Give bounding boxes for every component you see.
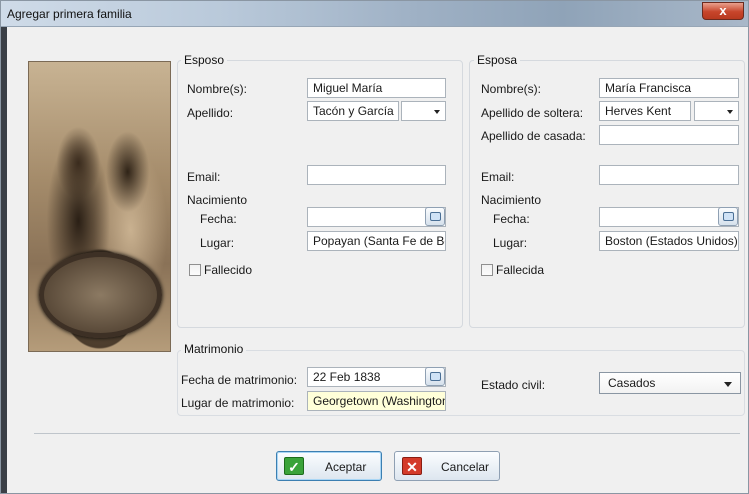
chevron-down-icon	[727, 110, 733, 114]
esposa-email-field[interactable]	[599, 165, 739, 185]
esposo-fallecido-checkbox[interactable]	[189, 264, 201, 276]
estado-civil-value: Casados	[608, 376, 656, 390]
left-edge-bar	[1, 27, 7, 493]
matrimonio-fecha-calendar-button[interactable]	[425, 367, 445, 386]
esposo-apellido-field[interactable]: Tacón y García	[307, 101, 399, 121]
esposa-apellido-casada-field[interactable]	[599, 125, 739, 145]
esposa-lugar-label: Lugar:	[493, 236, 528, 250]
dialog-window: Agregar primera familia x Esposo Nombre(…	[0, 0, 749, 494]
esposa-nombre-field[interactable]: María Francisca	[599, 78, 739, 98]
esposo-email-label: Email:	[187, 170, 221, 184]
group-photo-oval	[39, 252, 162, 338]
divider	[34, 433, 740, 434]
cancelar-label: Cancelar	[441, 460, 490, 474]
esposa-fallecida-checkbox[interactable]	[481, 264, 493, 276]
esposa-apellido-casada-label: Apellido de casada:	[481, 129, 586, 143]
calendar-icon	[723, 212, 734, 221]
esposo-email-field[interactable]	[307, 165, 446, 185]
esposa-email-label: Email:	[481, 170, 515, 184]
esposo-legend: Esposo	[181, 53, 228, 67]
calendar-icon	[430, 372, 441, 381]
esposa-legend: Esposa	[474, 53, 521, 67]
esposo-nacimiento-label: Nacimiento	[187, 193, 248, 207]
estado-civil-label: Estado civil:	[481, 378, 546, 392]
esposo-fecha-label: Fecha:	[200, 212, 237, 226]
esposa-apellido-dropdown[interactable]	[694, 101, 739, 121]
title-bar: Agregar primera familia x	[1, 1, 748, 27]
esposo-fallecido-label: Fallecido	[204, 263, 253, 277]
aceptar-button[interactable]: ✓ Aceptar	[276, 451, 382, 481]
matrimonio-lugar-label: Lugar de matrimonio:	[181, 396, 295, 410]
estado-civil-select[interactable]: Casados	[599, 372, 741, 394]
close-icon: x	[719, 3, 727, 18]
esposa-apellido-soltera-label: Apellido de soltera:	[481, 106, 584, 120]
esposa-lugar-field[interactable]: Boston (Estados Unidos)	[599, 231, 739, 251]
matrimonio-fecha-label: Fecha de matrimonio:	[181, 373, 298, 387]
calendar-icon	[430, 212, 441, 221]
esposo-apellido-label: Apellido:	[187, 106, 234, 120]
esposo-apellido-dropdown[interactable]	[401, 101, 446, 121]
esposa-nacimiento-label: Nacimiento	[481, 193, 542, 207]
family-photo	[28, 61, 171, 352]
close-button[interactable]: x	[702, 2, 744, 20]
close-x-icon: ✕	[402, 457, 422, 475]
esposo-lugar-label: Lugar:	[200, 236, 235, 250]
chevron-down-icon	[724, 382, 732, 387]
matrimonio-legend: Matrimonio	[181, 342, 247, 356]
esposa-fallecida-label: Fallecida	[496, 263, 545, 277]
aceptar-label: Aceptar	[325, 460, 367, 474]
chevron-down-icon	[434, 110, 440, 114]
esposo-lugar-field[interactable]: Popayan (Santa Fe de Bogotá	[307, 231, 446, 251]
esposo-nombre-label: Nombre(s):	[187, 82, 248, 96]
matrimonio-lugar-field[interactable]: Georgetown (Washington	[307, 391, 446, 411]
window-title: Agregar primera familia	[7, 7, 132, 21]
esposa-apellido-soltera-field[interactable]: Herves Kent	[599, 101, 691, 121]
esposo-fecha-calendar-button[interactable]	[425, 207, 445, 226]
esposa-fecha-calendar-button[interactable]	[718, 207, 738, 226]
esposo-nombre-field[interactable]: Miguel María	[307, 78, 446, 98]
esposa-nombre-label: Nombre(s):	[481, 82, 542, 96]
esposa-fecha-label: Fecha:	[493, 212, 530, 226]
cancelar-button[interactable]: ✕ Cancelar	[394, 451, 500, 481]
checkmark-icon: ✓	[284, 457, 304, 475]
